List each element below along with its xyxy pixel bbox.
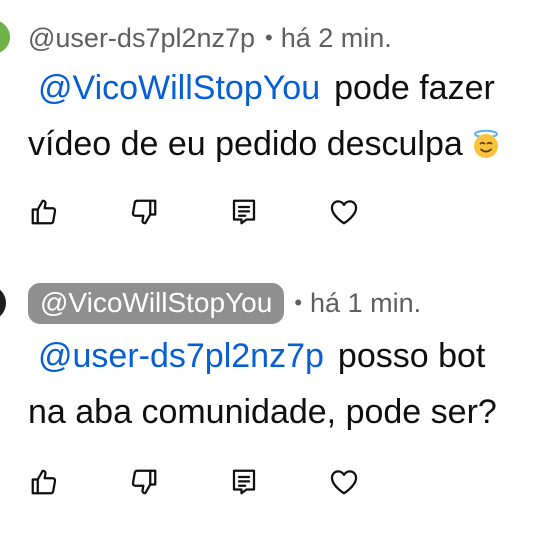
mention-link[interactable]: @user-ds7pl2nz7p [38,337,324,375]
heart-button[interactable] [328,196,360,228]
reply-icon [232,469,256,495]
comment-text: @user-ds7pl2nz7p posso bot na aba comunid… [28,328,497,440]
heart-icon [330,200,358,225]
smiling-face-with-halo-icon [473,129,498,158]
comment-text-part: vídeo de eu pedido desculpa [28,125,463,163]
meta-separator: • [265,25,273,50]
avatar[interactable] [0,20,10,54]
comment-actions [28,466,428,498]
heart-button[interactable] [328,466,360,498]
comment-text-part: na aba comunidade, pode ser? [28,393,497,431]
comment-text: @VicoWillStopYou pode fazer vídeo de eu p… [28,60,501,172]
comment-header: @VicoWillStopYou • há 1 min. [28,282,422,324]
avatar[interactable] [0,286,6,320]
comment-timestamp: há 1 min. [310,287,422,318]
comment-2: @VicoWillStopYou • há 1 min. @user-ds7pl… [0,270,560,532]
dislike-icon [131,199,157,225]
dislike-button[interactable] [128,196,160,228]
comment-line-2: vídeo de eu pedido desculpa [28,116,501,172]
mention-link[interactable]: @VicoWillStopYou [38,69,320,107]
comment-line-2: na aba comunidade, pode ser? [28,384,497,440]
dislike-icon [131,469,157,495]
like-icon [31,199,57,225]
comment-text-part: posso bot [337,337,486,375]
like-icon [31,469,57,495]
comment-timestamp: há 2 min. [280,22,392,53]
reply-button[interactable] [228,466,260,498]
comment-line-1: @VicoWillStopYou pode fazer [28,60,501,116]
comment-actions [28,196,428,228]
heart-icon [330,470,358,495]
reply-button[interactable] [228,196,260,228]
comment-header: @user-ds7pl2nz7p • há 2 min. [28,18,392,58]
reply-icon [232,199,256,225]
meta-separator: • [294,290,303,315]
dislike-button[interactable] [128,466,160,498]
like-button[interactable] [28,466,60,498]
comment-line-1: @user-ds7pl2nz7p posso bot [28,328,497,384]
creator-author-badge[interactable]: @VicoWillStopYou [28,282,285,324]
comment-author[interactable]: @user-ds7pl2nz7p [28,23,255,54]
like-button[interactable] [28,196,60,228]
comment-text-part: pode fazer [334,69,495,107]
comment-1: @user-ds7pl2nz7p • há 2 min. @VicoWillSt… [0,0,560,262]
